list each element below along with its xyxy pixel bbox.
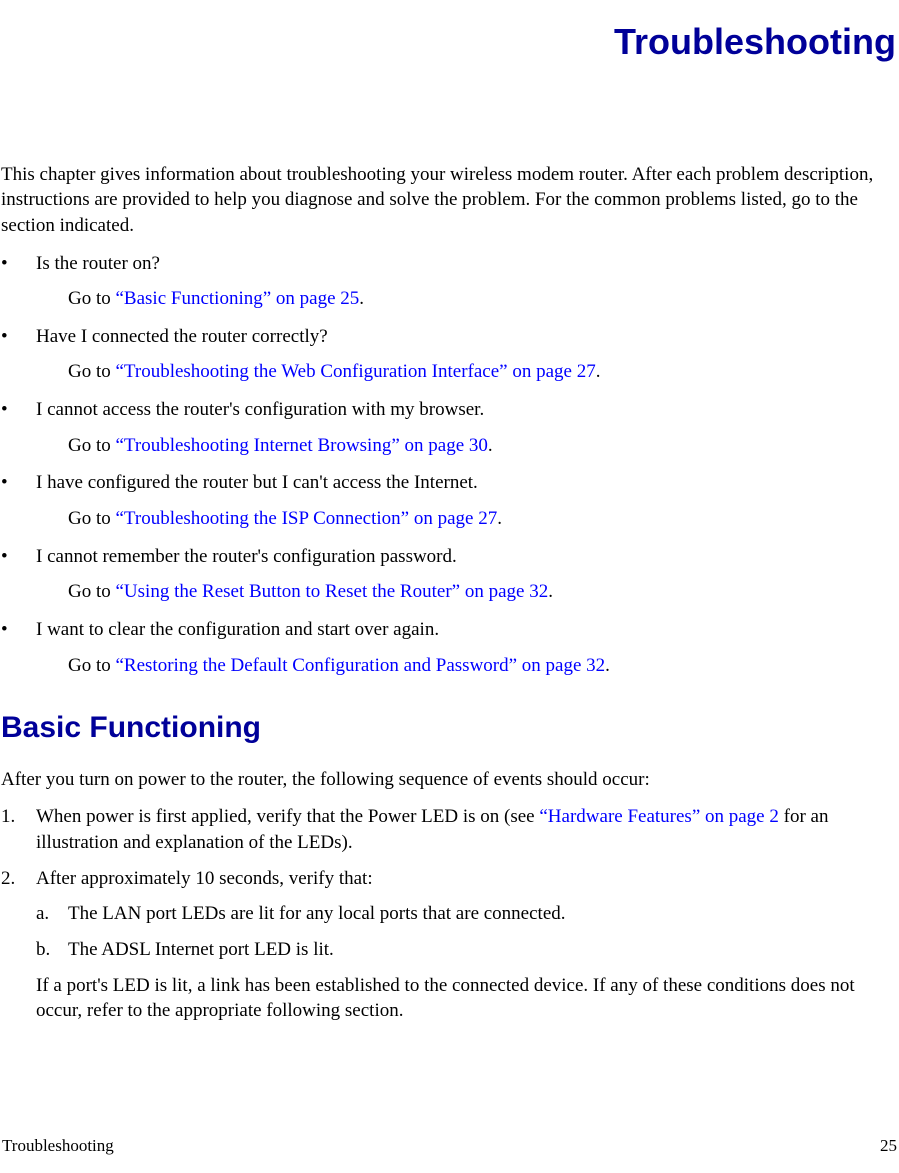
goto-prefix: Go to	[68, 361, 116, 382]
intro-paragraph: This chapter gives information about tro…	[1, 162, 898, 239]
goto-line: Go to “Troubleshooting the ISP Connectio…	[68, 506, 898, 532]
bullet-question: I cannot remember the router's configura…	[36, 544, 898, 570]
goto-line: Go to “Basic Functioning” on page 25.	[68, 286, 898, 312]
bullet-item: • I cannot remember the router's configu…	[1, 544, 898, 570]
goto-suffix: .	[359, 288, 364, 309]
sub-item: b. The ADSL Internet port LED is lit.	[36, 937, 898, 963]
sub-text: The ADSL Internet port LED is lit.	[68, 937, 898, 963]
goto-prefix: Go to	[68, 581, 116, 602]
tail-paragraph: If a port's LED is lit, a link has been …	[36, 973, 898, 1024]
bullet-question: I want to clear the configuration and st…	[36, 617, 898, 643]
bullet-item: • I cannot access the router's configura…	[1, 397, 898, 423]
bullet-marker: •	[1, 470, 36, 496]
goto-line: Go to “Troubleshooting the Web Configura…	[68, 359, 898, 385]
ordered-text-pre: When power is first applied, verify that…	[36, 806, 539, 827]
ordered-marker: 1.	[1, 804, 36, 855]
goto-suffix: .	[497, 508, 502, 529]
goto-suffix: .	[548, 581, 553, 602]
bullet-item: • I have configured the router but I can…	[1, 470, 898, 496]
section-intro: After you turn on power to the router, t…	[1, 767, 898, 793]
bullet-question: Have I connected the router correctly?	[36, 324, 898, 350]
bullet-marker: •	[1, 251, 36, 277]
bullet-question: Is the router on?	[36, 251, 898, 277]
goto-line: Go to “Restoring the Default Configurati…	[68, 653, 898, 679]
ordered-text: When power is first applied, verify that…	[36, 804, 898, 855]
ordered-marker: 2.	[1, 866, 36, 892]
bullet-marker: •	[1, 544, 36, 570]
bullet-marker: •	[1, 397, 36, 423]
bullet-marker: •	[1, 617, 36, 643]
bullet-question: I have configured the router but I can't…	[36, 470, 898, 496]
goto-suffix: .	[596, 361, 601, 382]
cross-reference-link[interactable]: “Restoring the Default Configuration and…	[116, 655, 606, 676]
goto-suffix: .	[605, 655, 610, 676]
cross-reference-link[interactable]: “Hardware Features” on page 2	[539, 806, 779, 827]
section-heading: Basic Functioning	[1, 708, 898, 749]
cross-reference-link[interactable]: “Basic Functioning” on page 25	[116, 288, 360, 309]
bullet-item: • I want to clear the configuration and …	[1, 617, 898, 643]
sub-marker: b.	[36, 937, 68, 963]
goto-line: Go to “Using the Reset Button to Reset t…	[68, 579, 898, 605]
ordered-text: After approximately 10 seconds, verify t…	[36, 866, 898, 892]
bullet-marker: •	[1, 324, 36, 350]
bullet-item: • Have I connected the router correctly?	[1, 324, 898, 350]
cross-reference-link[interactable]: “Troubleshooting the ISP Connection” on …	[116, 508, 498, 529]
bullet-item: • Is the router on?	[1, 251, 898, 277]
cross-reference-link[interactable]: “Using the Reset Button to Reset the Rou…	[116, 581, 549, 602]
cross-reference-link[interactable]: “Troubleshooting the Web Configuration I…	[116, 361, 596, 382]
page-title: Troubleshooting	[1, 18, 898, 67]
goto-line: Go to “Troubleshooting Internet Browsing…	[68, 433, 898, 459]
goto-prefix: Go to	[68, 655, 116, 676]
bullet-question: I cannot access the router's configurati…	[36, 397, 898, 423]
goto-prefix: Go to	[68, 288, 116, 309]
sub-item: a. The LAN port LEDs are lit for any loc…	[36, 901, 898, 927]
cross-reference-link[interactable]: “Troubleshooting Internet Browsing” on p…	[116, 435, 488, 456]
goto-suffix: .	[488, 435, 493, 456]
sub-marker: a.	[36, 901, 68, 927]
ordered-item: 2. After approximately 10 seconds, verif…	[1, 866, 898, 892]
goto-prefix: Go to	[68, 435, 116, 456]
ordered-item: 1. When power is first applied, verify t…	[1, 804, 898, 855]
sub-text: The LAN port LEDs are lit for any local …	[68, 901, 898, 927]
goto-prefix: Go to	[68, 508, 116, 529]
